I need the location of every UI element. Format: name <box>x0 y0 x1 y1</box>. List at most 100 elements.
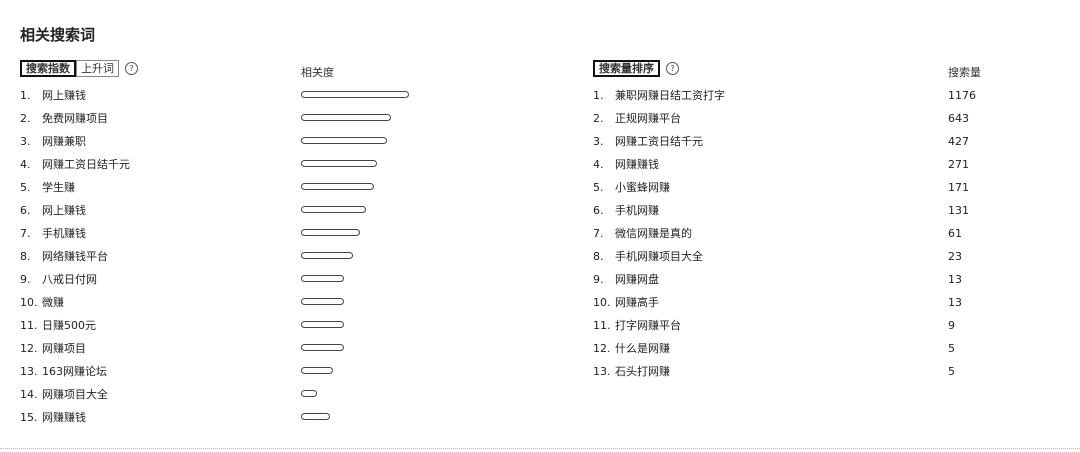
relevance-bar <box>301 206 366 213</box>
keyword-link[interactable]: 手机赚钱 <box>42 226 86 242</box>
relevance-bar <box>301 91 409 98</box>
search-volume-value: 61 <box>948 227 962 240</box>
list-item[interactable]: 13. 163网赚论坛 <box>20 364 500 387</box>
rank-number: 10. <box>20 296 38 309</box>
keyword-link[interactable]: 网上赚钱 <box>42 203 86 219</box>
list-item[interactable]: 10. 微赚 <box>20 295 500 318</box>
keyword-link[interactable]: 正规网赚平台 <box>615 111 681 127</box>
relevance-bar <box>301 160 377 167</box>
tab-rising-terms[interactable]: 上升词 <box>76 60 119 77</box>
rank-number: 3. <box>593 135 604 148</box>
keyword-link[interactable]: 什么是网赚 <box>615 341 670 357</box>
list-item[interactable]: 13. 石头打网赚 5 <box>593 364 1053 387</box>
list-item[interactable]: 11. 日赚500元 <box>20 318 500 341</box>
list-item[interactable]: 1. 兼职网赚日结工资打字 1176 <box>593 88 1053 111</box>
rank-number: 14. <box>20 388 38 401</box>
search-volume-value: 23 <box>948 250 962 263</box>
keyword-link[interactable]: 免费网赚项目 <box>42 111 108 127</box>
list-item[interactable]: 7. 微信网赚是真的 61 <box>593 226 1053 249</box>
search-volume-value: 5 <box>948 342 955 355</box>
keyword-link[interactable]: 网上赚钱 <box>42 88 86 104</box>
keyword-link[interactable]: 网赚高手 <box>615 295 659 311</box>
search-volume-value: 9 <box>948 319 955 332</box>
keyword-link[interactable]: 八戒日付网 <box>42 272 97 288</box>
tab-search-index[interactable]: 搜索指数 <box>20 60 76 77</box>
list-item[interactable]: 4. 网赚赚钱 271 <box>593 157 1053 180</box>
search-volume-value: 1176 <box>948 89 976 102</box>
rank-number: 13. <box>593 365 611 378</box>
keyword-link[interactable]: 石头打网赚 <box>615 364 670 380</box>
keyword-link[interactable]: 网赚工资日结千元 <box>42 157 130 173</box>
keyword-link[interactable]: 网赚项目大全 <box>42 387 108 403</box>
list-item[interactable]: 12. 网赚项目 <box>20 341 500 364</box>
relevance-bar <box>301 344 344 351</box>
list-item[interactable]: 8. 网络赚钱平台 <box>20 249 500 272</box>
search-volume-value: 13 <box>948 296 962 309</box>
related-terms-list: 1. 网上赚钱 2. 免费网赚项目 3. 网赚兼职 4. 网赚工资日结千元 5. 学生赚 6. 网上赚… <box>20 88 500 433</box>
rank-number: 15. <box>20 411 38 424</box>
list-item[interactable]: 9. 八戒日付网 <box>20 272 500 295</box>
relevance-bar <box>301 114 391 121</box>
left-panel-header: 搜索指数 上升词 ? 相关度 <box>20 60 500 80</box>
keyword-link[interactable]: 网赚兼职 <box>42 134 86 150</box>
search-volume-value: 271 <box>948 158 969 171</box>
keyword-link[interactable]: 小蜜蜂网赚 <box>615 180 670 196</box>
list-item[interactable]: 5. 小蜜蜂网赚 171 <box>593 180 1053 203</box>
keyword-link[interactable]: 微赚 <box>42 295 64 311</box>
relevance-bar <box>301 413 330 420</box>
list-item[interactable]: 6. 手机网赚 131 <box>593 203 1053 226</box>
list-item[interactable]: 11. 打字网赚平台 9 <box>593 318 1053 341</box>
keyword-link[interactable]: 微信网赚是真的 <box>615 226 692 242</box>
keyword-link[interactable]: 手机网赚 <box>615 203 659 219</box>
list-item[interactable]: 5. 学生赚 <box>20 180 500 203</box>
search-volume-value: 643 <box>948 112 969 125</box>
keyword-link[interactable]: 163网赚论坛 <box>42 364 107 380</box>
keyword-link[interactable]: 网赚工资日结千元 <box>615 134 703 150</box>
related-terms-panel: 搜索指数 上升词 ? 相关度 1. 网上赚钱 2. 免费网赚项目 3. 网赚兼职 4. 网赚工… <box>20 60 500 424</box>
list-item[interactable]: 14. 网赚项目大全 <box>20 387 500 410</box>
tab-search-volume-sort[interactable]: 搜索量排序 <box>593 60 660 77</box>
bottom-divider <box>0 448 1080 449</box>
keyword-link[interactable]: 网赚赚钱 <box>615 157 659 173</box>
rank-number: 13. <box>20 365 38 378</box>
rank-number: 9. <box>20 273 31 286</box>
list-item[interactable]: 10. 网赚高手 13 <box>593 295 1053 318</box>
rank-number: 2. <box>20 112 31 125</box>
keyword-link[interactable]: 学生赚 <box>42 180 75 196</box>
keyword-link[interactable]: 手机网赚项目大全 <box>615 249 703 265</box>
search-volume-panel: 搜索量排序 ? 搜索量 1. 兼职网赚日结工资打字 1176 2. 正规网赚平台 643 3… <box>593 60 1053 378</box>
rank-number: 9. <box>593 273 604 286</box>
list-item[interactable]: 6. 网上赚钱 <box>20 203 500 226</box>
list-item[interactable]: 7. 手机赚钱 <box>20 226 500 249</box>
rank-number: 3. <box>20 135 31 148</box>
list-item[interactable]: 8. 手机网赚项目大全 23 <box>593 249 1053 272</box>
keyword-link[interactable]: 网络赚钱平台 <box>42 249 108 265</box>
search-volume-value: 13 <box>948 273 962 286</box>
keyword-link[interactable]: 网赚赚钱 <box>42 410 86 426</box>
list-item[interactable]: 2. 正规网赚平台 643 <box>593 111 1053 134</box>
rank-number: 4. <box>593 158 604 171</box>
rank-number: 11. <box>593 319 611 332</box>
rank-number: 1. <box>593 89 604 102</box>
list-item[interactable]: 3. 网赚兼职 <box>20 134 500 157</box>
list-item[interactable]: 2. 免费网赚项目 <box>20 111 500 134</box>
keyword-link[interactable]: 打字网赚平台 <box>615 318 681 334</box>
list-item[interactable]: 1. 网上赚钱 <box>20 88 500 111</box>
list-item[interactable]: 4. 网赚工资日结千元 <box>20 157 500 180</box>
keyword-link[interactable]: 日赚500元 <box>42 318 96 334</box>
question-circle-icon[interactable]: ? <box>125 62 138 75</box>
list-item[interactable]: 15. 网赚赚钱 <box>20 410 500 433</box>
list-item[interactable]: 3. 网赚工资日结千元 427 <box>593 134 1053 157</box>
keyword-link[interactable]: 网赚项目 <box>42 341 86 357</box>
list-item[interactable]: 9. 网赚网盘 13 <box>593 272 1053 295</box>
keyword-link[interactable]: 兼职网赚日结工资打字 <box>615 88 725 104</box>
relevance-bar <box>301 367 333 374</box>
search-volume-value: 427 <box>948 135 969 148</box>
list-item[interactable]: 12. 什么是网赚 5 <box>593 341 1053 364</box>
rank-number: 7. <box>20 227 31 240</box>
rank-number: 10. <box>593 296 611 309</box>
relevance-bar <box>301 298 344 305</box>
question-circle-icon[interactable]: ? <box>666 62 679 75</box>
keyword-link[interactable]: 网赚网盘 <box>615 272 659 288</box>
relevance-bar <box>301 390 317 397</box>
